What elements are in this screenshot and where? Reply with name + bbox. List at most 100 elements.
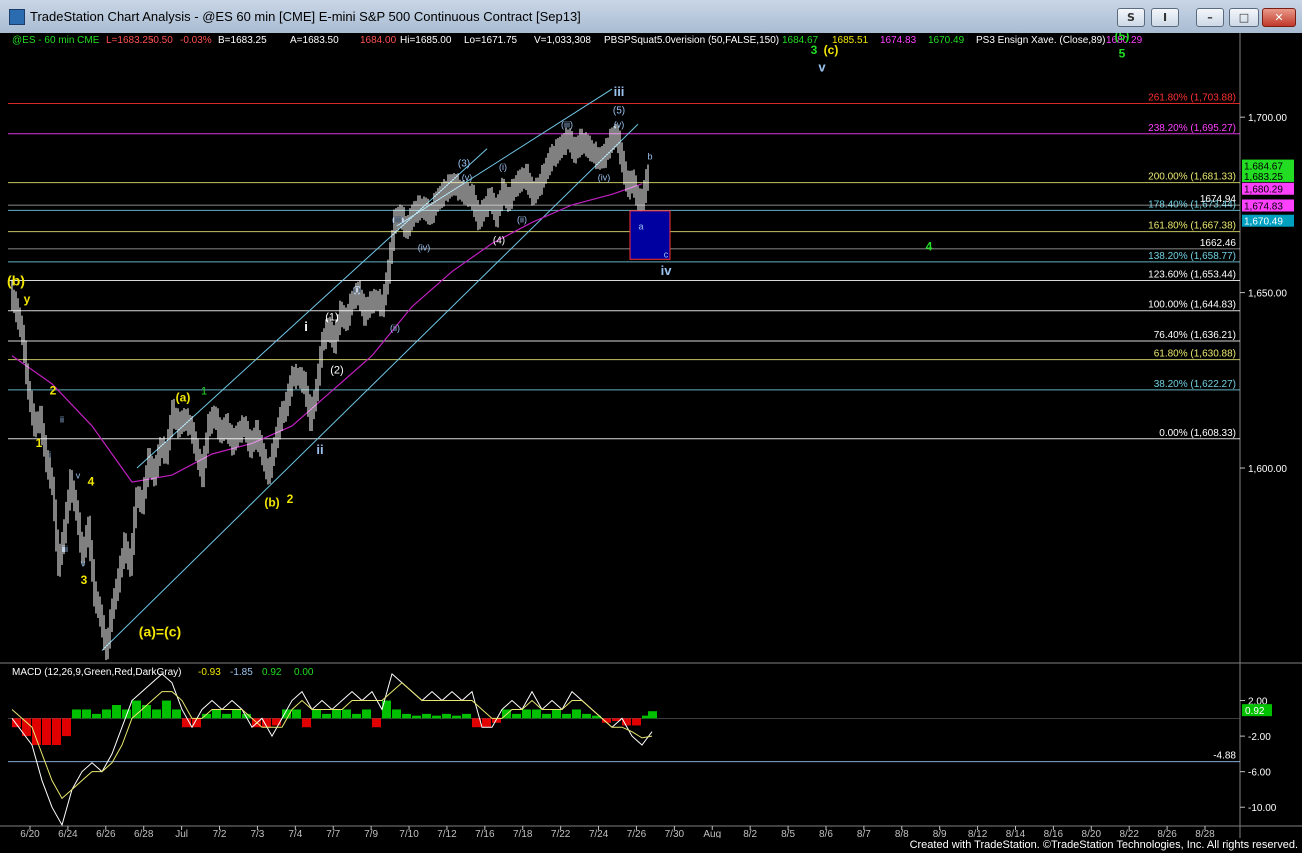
macd-histogram-bar bbox=[62, 718, 71, 737]
wave-label: v bbox=[81, 558, 86, 568]
header-ind1-v3: 1674.83 bbox=[880, 35, 917, 46]
wave-label: (v) bbox=[614, 120, 625, 130]
maximize-button[interactable]: □ bbox=[1229, 8, 1259, 27]
header-last: L=1683.25 bbox=[106, 35, 154, 46]
wave-label: (ii) bbox=[517, 214, 527, 224]
wave-label: (2) bbox=[330, 364, 343, 376]
header-ask: A=1683.50 bbox=[290, 35, 339, 46]
wave-label: iv bbox=[661, 263, 673, 278]
wave-label: b bbox=[828, 33, 839, 37]
time-tick-label: 8/7 bbox=[857, 829, 871, 838]
fib-level-label: 61.80% (1,630.88) bbox=[1154, 349, 1236, 360]
wave-label: 2 bbox=[50, 383, 57, 397]
macd-histogram-bar bbox=[522, 709, 531, 719]
macd-histogram-bar bbox=[392, 709, 401, 719]
macd-value: -1.85 bbox=[230, 667, 253, 678]
wave-label: 4 bbox=[88, 475, 95, 489]
fib-level-label: 261.80% (1,703.88) bbox=[1148, 93, 1236, 104]
wave-label: (b) bbox=[264, 496, 279, 510]
macd-histogram-bar bbox=[52, 718, 61, 745]
time-tick-label: 8/26 bbox=[1157, 829, 1177, 838]
macd-histogram-bar bbox=[72, 709, 81, 719]
time-tick-label: 7/2 bbox=[213, 829, 227, 838]
wave-label: (c) bbox=[824, 43, 839, 57]
wave-label: a bbox=[638, 221, 643, 231]
fib-level-label: 161.80% (1,667.38) bbox=[1148, 221, 1236, 232]
price-tick-label: 1,700.00 bbox=[1248, 113, 1287, 124]
time-tick-label: 8/6 bbox=[819, 829, 833, 838]
wave-label: ii bbox=[316, 442, 323, 457]
fib-level-label: 0.00% (1,608.33) bbox=[1159, 428, 1236, 439]
wave-label: v bbox=[76, 471, 81, 481]
header-change: -0.50 bbox=[150, 35, 173, 46]
time-tick-label: 8/8 bbox=[895, 829, 909, 838]
macd-histogram-bar bbox=[462, 713, 471, 719]
time-tick-label: 7/18 bbox=[513, 829, 533, 838]
window-title: TradeStation Chart Analysis - @ES 60 min… bbox=[30, 9, 581, 24]
macd-histogram-bar bbox=[132, 700, 141, 719]
wave-label: (iii) bbox=[561, 120, 573, 130]
macd-histogram-bar bbox=[532, 709, 541, 719]
fib-level-label: 238.20% (1,695.27) bbox=[1148, 123, 1236, 134]
wave-label: (ii) bbox=[390, 323, 400, 333]
fib-level-label: 138.20% (1,658.77) bbox=[1148, 251, 1236, 262]
time-tick-label: 7/22 bbox=[551, 829, 571, 838]
time-tick-label: 6/28 bbox=[134, 829, 154, 838]
macd-histogram-bar bbox=[302, 718, 311, 728]
macd-histogram-bar bbox=[432, 715, 441, 719]
macd-histogram-bar bbox=[42, 718, 51, 745]
macd-value: -0.93 bbox=[198, 667, 221, 678]
reference-label: 1662.46 bbox=[1200, 238, 1237, 249]
macd-histogram-bar bbox=[92, 713, 101, 719]
time-tick-label: 7/12 bbox=[437, 829, 457, 838]
macd-histogram-bar bbox=[402, 713, 411, 719]
wave-label: c bbox=[664, 250, 669, 260]
i-button[interactable]: I bbox=[1151, 8, 1179, 27]
fib-level-label: 200.00% (1,681.33) bbox=[1148, 172, 1236, 183]
reference-label: 1674.94 bbox=[1200, 194, 1237, 205]
price-chart[interactable]: @ES - 60 min CME L=1683.25-0.50 -0.03% B=16… bbox=[0, 33, 1302, 838]
minimize-button[interactable]: – bbox=[1196, 8, 1224, 27]
time-tick-label: Jul bbox=[175, 829, 188, 838]
time-tick-label: 8/9 bbox=[933, 829, 947, 838]
wave-label: 1 bbox=[201, 385, 207, 397]
macd-histogram-bar bbox=[82, 709, 91, 719]
header-ind1-v4: 1670.49 bbox=[928, 35, 965, 46]
wave-label: i bbox=[304, 319, 308, 334]
time-tick-label: 6/20 bbox=[20, 829, 40, 838]
wave-label: (iii) bbox=[392, 214, 404, 224]
macd-badge-label: 0.92 bbox=[1245, 706, 1265, 717]
macd-histogram-bar bbox=[112, 705, 121, 719]
macd-histogram-bar bbox=[452, 715, 461, 719]
wave-label: (5) bbox=[1115, 33, 1130, 43]
macd-label: MACD (12,26,9,Green,Red,DarkGray) bbox=[12, 667, 182, 678]
macd-histogram-bar bbox=[292, 709, 301, 719]
wave-label: 4 bbox=[926, 239, 933, 253]
macd-histogram-bar bbox=[632, 718, 641, 726]
s-button[interactable]: S bbox=[1117, 8, 1145, 27]
macd-histogram-bar bbox=[342, 709, 351, 719]
macd-histogram-bar bbox=[572, 709, 581, 719]
macd-histogram-bar bbox=[648, 711, 657, 719]
macd-value: 0.92 bbox=[262, 667, 282, 678]
wave-label: (5) bbox=[613, 106, 625, 117]
macd-histogram-bar bbox=[172, 709, 181, 719]
macd-histogram-bar bbox=[512, 713, 521, 719]
wave-label: y bbox=[24, 292, 31, 306]
time-tick-label: 7/26 bbox=[627, 829, 647, 838]
wave-label: (1) bbox=[325, 312, 338, 324]
macd-histogram-bar bbox=[542, 713, 551, 719]
close-button[interactable]: ✕ bbox=[1262, 8, 1296, 27]
time-tick-label: 7/4 bbox=[288, 829, 302, 838]
fib-level-label: 38.20% (1,622.27) bbox=[1154, 379, 1236, 390]
header-indicator-1: PBSPSquat5.0verision (50,FALSE,150) bbox=[604, 35, 779, 46]
macd-histogram-bar bbox=[412, 715, 421, 719]
time-tick-label: 8/22 bbox=[1119, 829, 1139, 838]
time-tick-label: 6/26 bbox=[96, 829, 116, 838]
header-vol: V=1,033,308 bbox=[534, 35, 591, 46]
macd-histogram-bar bbox=[622, 718, 631, 726]
header-bid: B=1683.25 bbox=[218, 35, 267, 46]
time-tick-label: 8/12 bbox=[968, 829, 988, 838]
time-tick-label: 6/24 bbox=[58, 829, 78, 838]
header-open: 1684.00 bbox=[360, 35, 397, 46]
